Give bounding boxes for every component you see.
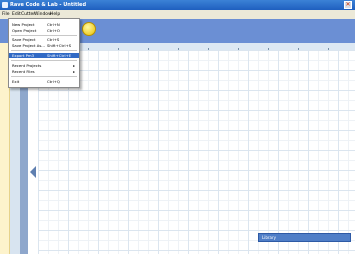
submenu-arrow-icon: ▸ — [73, 63, 75, 68]
collapse-arrow-icon[interactable] — [30, 166, 36, 178]
menu-item-save-project-as[interactable]: Save Project As... Shift+Ctrl+S — [9, 43, 79, 48]
menu-item-recent-files[interactable]: Recent Files ▸ — [9, 69, 79, 74]
title-bar: Rave Code & Lab - Untitled ✕ — [0, 0, 355, 10]
menu-item-save-project[interactable]: Save Project Ctrl+S — [9, 37, 79, 42]
menu-separator — [11, 35, 77, 36]
menu-separator — [11, 50, 77, 51]
file-menu-dropdown: New Project Ctrl+N Open Project Ctrl+O S… — [8, 18, 80, 88]
library-label: Library — [262, 235, 276, 240]
menu-help[interactable]: Help — [50, 11, 60, 18]
submenu-arrow-icon: ▸ — [73, 69, 75, 74]
window-title: Rave Code & Lab - Untitled — [10, 2, 87, 8]
menu-item-export[interactable]: Export Pm3 Shift+Ctrl+E — [9, 53, 79, 58]
design-canvas[interactable] — [38, 50, 355, 254]
menu-edit[interactable]: Edit — [12, 11, 21, 18]
app-icon — [2, 2, 8, 8]
menu-separator — [11, 60, 77, 61]
close-icon[interactable]: ✕ — [344, 1, 352, 9]
menu-item-recent-projects[interactable]: Recent Projects ▸ — [9, 63, 79, 68]
menu-item-open-project[interactable]: Open Project Ctrl+O — [9, 28, 79, 33]
menu-separator — [11, 76, 77, 77]
menu-item-new-project[interactable]: New Project Ctrl+N — [9, 22, 79, 27]
menu-file[interactable]: File — [2, 11, 10, 18]
library-panel[interactable]: Library — [258, 233, 351, 242]
menu-item-exit[interactable]: Exit Ctrl+Q — [9, 79, 79, 84]
app-window: Rave Code & Lab - Untitled ✕ File Edit C… — [0, 0, 355, 254]
smiley-icon[interactable] — [82, 22, 96, 36]
